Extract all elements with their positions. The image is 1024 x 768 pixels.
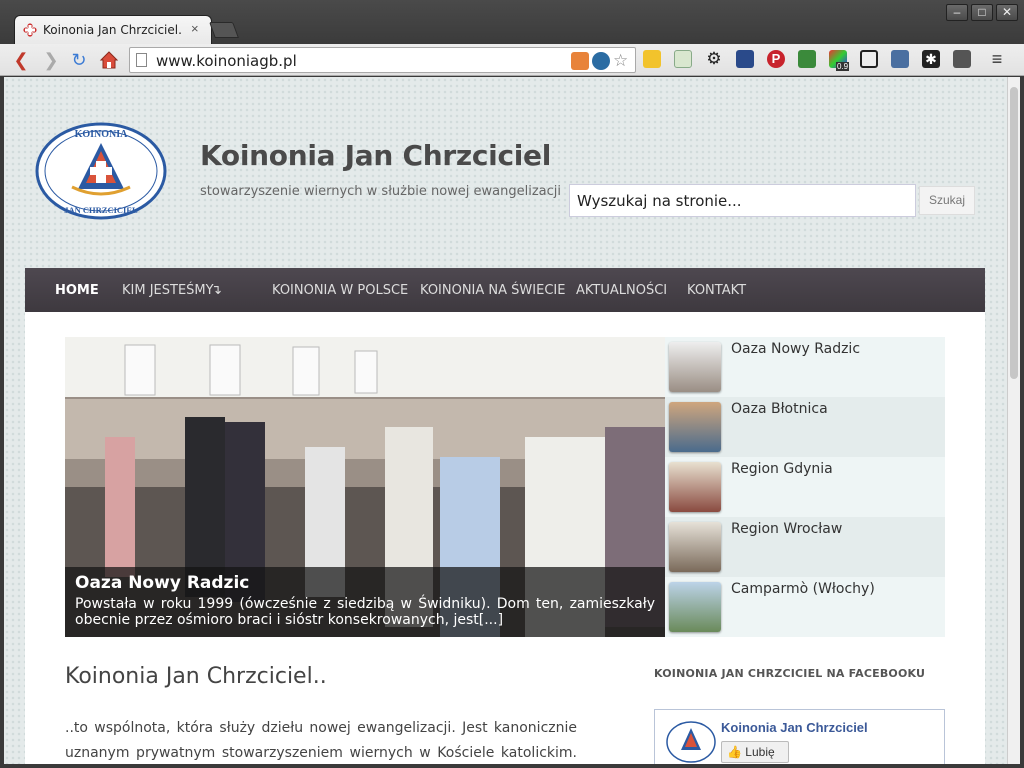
logo-bottom-text: JAN CHRZCICIEL — [64, 205, 138, 215]
facebook-widget: Koinonia Jan Chrzciciel 👍 Lubię to! — [654, 709, 945, 764]
window-border-right — [1020, 77, 1024, 768]
facebook-widget-heading: KOINONIA JAN CHRZCICIEL NA FACEBOOKU — [654, 667, 926, 680]
slide-item-label: Region Wrocław — [731, 521, 843, 537]
slide-title[interactable]: Oaza Nowy Radzic — [75, 573, 249, 593]
tool-icon[interactable] — [860, 50, 878, 68]
sticky-note-icon[interactable] — [643, 50, 661, 68]
camera-icon[interactable] — [891, 50, 909, 68]
facebook-like-button[interactable]: 👍 Lubię to! — [721, 741, 789, 763]
new-tab-button[interactable] — [209, 22, 239, 38]
slide-item-label: Oaza Błotnica — [731, 401, 828, 417]
slide-item-label: Camparmò (Włochy) — [731, 581, 875, 597]
slide-thumbnail — [669, 582, 721, 632]
minimize-button[interactable]: – — [946, 4, 968, 21]
slider-list-item[interactable]: Oaza Nowy Radzic — [665, 337, 945, 397]
dropdown-arrow-icon[interactable]: ↴ — [211, 283, 222, 298]
article-title[interactable]: Koinonia Jan Chrzciciel.. — [65, 664, 327, 689]
slide-thumbnail — [669, 342, 721, 392]
window-border-bottom — [0, 764, 1024, 768]
slide-thumbnail — [669, 522, 721, 572]
calendar-icon[interactable] — [674, 50, 692, 68]
maximize-button[interactable]: □ — [971, 4, 993, 21]
slider-list: Oaza Nowy Radzic Oaza Błotnica Region Gd… — [665, 337, 945, 637]
nav-item-kontakt[interactable]: KONTAKT — [687, 283, 746, 298]
site-title[interactable]: Koinonia Jan Chrzciciel — [200, 139, 551, 172]
tab-close-icon[interactable]: × — [191, 21, 199, 36]
pinterest-icon[interactable]: P — [767, 50, 785, 68]
search-button[interactable]: Szukaj — [919, 186, 975, 215]
url-text: www.koinoniagb.pl — [156, 52, 297, 70]
asterisk-icon[interactable]: ✱ — [922, 50, 940, 68]
reload-icon[interactable]: ↻ — [68, 49, 90, 71]
page-viewport: KOINONIA JAN CHRZCICIEL Koinonia Jan Chr… — [4, 77, 1007, 764]
graph-icon[interactable] — [953, 50, 971, 68]
thumbs-up-icon: 👍 — [727, 745, 742, 759]
featured-slider[interactable]: Oaza Nowy Radzic Powstała w roku 1999 (ó… — [65, 337, 665, 637]
logo-top-text: KOINONIA — [75, 129, 129, 140]
slider-list-item[interactable]: Region Gdynia — [665, 457, 945, 517]
facebook-page-name[interactable]: Koinonia Jan Chrzciciel — [721, 720, 868, 735]
article-body: ..to wspólnota, która służy dziełu nowej… — [65, 720, 577, 761]
rss-icon[interactable] — [571, 52, 589, 70]
forward-icon[interactable]: ❯ — [40, 49, 62, 71]
bookmark-star-icon[interactable]: ☆ — [613, 52, 631, 70]
slide-item-label: Oaza Nowy Radzic — [731, 341, 861, 357]
address-bar[interactable]: www.koinoniagb.pl ☆ — [129, 47, 636, 73]
slide-excerpt: Powstała w roku 1999 (ówcześnie z siedzi… — [75, 596, 655, 628]
slider-list-item[interactable]: Region Wrocław — [665, 517, 945, 577]
nav-item-aktualnosci[interactable]: AKTUALNOŚCI — [576, 283, 667, 298]
slide-thumbnail — [669, 402, 721, 452]
nav-item-koinonia-w-polsce[interactable]: KOINONIA W POLSCE — [272, 283, 408, 298]
content-panel: Oaza Nowy Radzic Powstała w roku 1999 (ó… — [25, 312, 985, 764]
extension-badge: 0.9 — [836, 62, 850, 71]
home-icon[interactable] — [98, 49, 120, 71]
nav-item-koinonia-na-swiecie[interactable]: KOINONIA NA ŚWIECIE — [420, 283, 565, 298]
slider-list-item[interactable]: Oaza Błotnica — [665, 397, 945, 457]
settings-gear-icon[interactable]: ⚙ — [705, 50, 723, 68]
menu-icon[interactable]: ≡ — [988, 50, 1006, 68]
page-icon — [136, 53, 147, 67]
puzzle-icon[interactable] — [736, 50, 754, 68]
feed-icon[interactable] — [798, 50, 816, 68]
nav-item-kim-jestesmy[interactable]: KIM JESTEŚMY — [122, 283, 214, 298]
page-scrollbar[interactable] — [1007, 77, 1020, 764]
slide-item-label: Region Gdynia — [731, 461, 833, 477]
slide-caption[interactable]: Oaza Nowy Radzic Powstała w roku 1999 (ó… — [65, 567, 665, 637]
slider-list-item[interactable]: Camparmò (Włochy) — [665, 577, 945, 637]
close-window-button[interactable]: ✕ — [996, 4, 1018, 21]
tab-title: Koinonia Jan Chrzciciel... — [43, 23, 183, 37]
koinonia-logo[interactable]: KOINONIA JAN CHRZCICIEL — [34, 121, 168, 221]
wordpress-icon[interactable] — [592, 52, 610, 70]
search-input[interactable]: Wyszukaj na stronie... — [569, 184, 916, 217]
slide-thumbnail — [669, 462, 721, 512]
main-navigation: HOME KIM JESTEŚMY ↴ KOINONIA W POLSCE KO… — [25, 268, 985, 312]
facebook-page-logo[interactable] — [665, 720, 717, 764]
site-tagline: stowarzyszenie wiernych w służbie nowej … — [200, 184, 561, 199]
back-icon[interactable]: ❮ — [10, 49, 32, 71]
cross-favicon-icon — [23, 23, 37, 37]
browser-tabstrip: Koinonia Jan Chrzciciel... × – □ ✕ — [0, 0, 1024, 44]
scrollbar-thumb[interactable] — [1010, 87, 1018, 379]
browser-tab[interactable]: Koinonia Jan Chrzciciel... × — [14, 15, 212, 44]
nav-item-home[interactable]: HOME — [55, 283, 99, 298]
